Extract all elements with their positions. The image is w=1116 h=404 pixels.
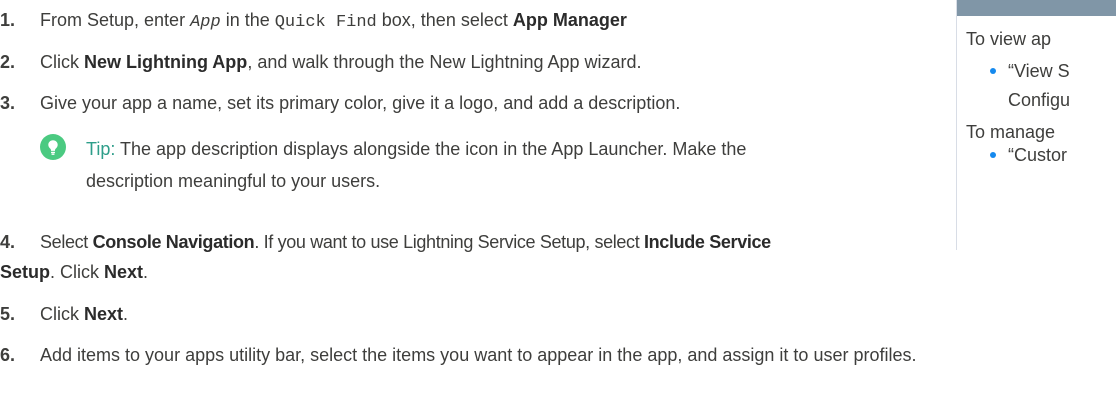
bold-term: Include Service	[644, 232, 771, 252]
view-permission-item: Configu	[1008, 90, 1071, 110]
text-segment: . If you want to use Lightning Service S…	[254, 232, 645, 252]
step-text: Click Next.	[40, 302, 128, 326]
text-segment: . Click	[50, 262, 105, 282]
code-term: Quick Find	[274, 13, 377, 32]
step-text-continued: Setup. Click Next.	[0, 260, 148, 284]
code-term: App	[190, 13, 221, 32]
step-number: 5.	[0, 304, 16, 324]
sidebar-header	[956, 0, 1116, 16]
view-permission-label: To view ap	[966, 29, 1052, 49]
bold-term: New Lightning App	[84, 52, 248, 72]
bold-term: Setup	[0, 262, 51, 282]
text-segment: in the	[220, 10, 275, 30]
step-number: 3.	[0, 93, 16, 113]
step-text: Click New Lightning App, and walk throug…	[40, 50, 642, 74]
step-number: 4.	[0, 232, 16, 252]
bold-term: Next	[84, 304, 124, 324]
text-segment: .	[143, 262, 149, 282]
text-segment: box, then select	[376, 10, 513, 30]
sidebar-divider	[956, 0, 957, 250]
step-number: 2.	[0, 52, 16, 72]
manage-permission-item: “Custor	[1008, 145, 1068, 165]
bold-term: Console Navigation	[92, 232, 255, 252]
text-segment: Add items to your apps utility bar, sele…	[40, 345, 917, 365]
text-segment: .	[123, 304, 129, 324]
step-text: Add items to your apps utility bar, sele…	[40, 343, 916, 367]
tip-text: Tip: The app description displays alongs…	[86, 133, 866, 197]
text-segment: From Setup, enter	[40, 10, 191, 30]
step-text: Select Console Navigation. If you want t…	[40, 230, 771, 254]
text-segment: Give your app a name, set its primary co…	[40, 93, 681, 113]
lightbulb-icon	[40, 134, 66, 160]
tip-label: Tip:	[86, 139, 116, 159]
tip-line-1: The app description displays alongside t…	[120, 139, 747, 159]
user-permissions-sidebar: To view ap “View S Configu To manage “Cu…	[956, 0, 1116, 250]
tip-line-2: description meaningful to your users.	[86, 171, 381, 191]
step-text: From Setup, enter App in the Quick Find …	[40, 8, 627, 35]
text-segment: Click	[40, 52, 84, 72]
text-segment: , and walk through the New Lightning App…	[247, 52, 642, 72]
step-number: 6.	[0, 345, 16, 365]
step-text: Give your app a name, set its primary co…	[40, 91, 680, 115]
bullet-icon	[990, 68, 996, 74]
step-number: 1.	[0, 10, 16, 30]
manage-permission-label: To manage	[966, 122, 1056, 142]
text-segment: Select	[40, 232, 93, 252]
view-permission-item: “View S	[1008, 61, 1070, 81]
bullet-icon	[990, 152, 996, 158]
text-segment: Click	[40, 304, 84, 324]
bold-term: App Manager	[512, 10, 627, 30]
bold-term: Next	[104, 262, 144, 282]
